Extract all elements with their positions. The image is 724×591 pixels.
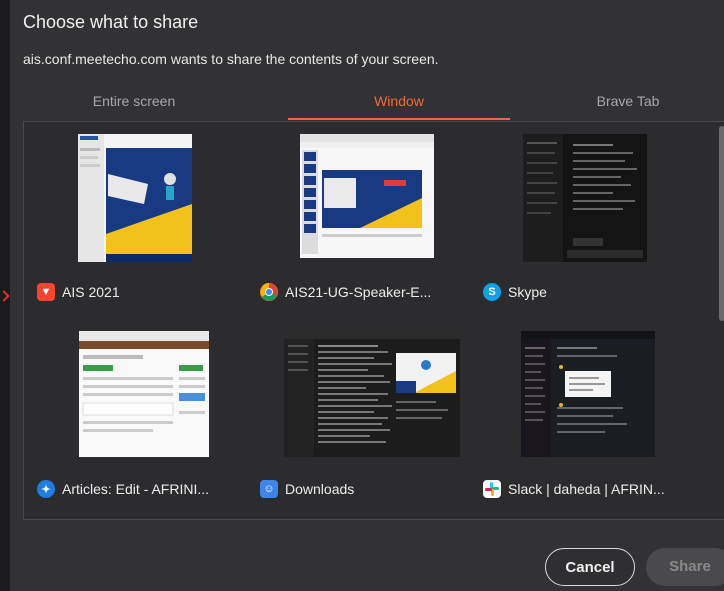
- brave-icon: ▼: [37, 283, 55, 301]
- window-thumbnail: [521, 331, 655, 457]
- finder-icon: ☺: [260, 480, 278, 498]
- window-title-text: Skype: [508, 284, 547, 300]
- window-item-downloads[interactable]: ☺ Downloads: [260, 331, 482, 511]
- chrome-icon: [260, 283, 278, 301]
- dialog-subtitle: ais.conf.meetecho.com wants to share the…: [23, 51, 439, 67]
- window-grid: ▼ AIS 2021 AIS21-UG-Speaker-E... S Skype…: [23, 121, 724, 520]
- window-title-text: AIS21-UG-Speaker-E...: [285, 284, 432, 300]
- dialog-title: Choose what to share: [23, 12, 199, 32]
- window-title-text: AIS 2021: [62, 284, 120, 300]
- window-title: ☺ Downloads: [260, 479, 354, 499]
- window-item-ais21-speaker[interactable]: AIS21-UG-Speaker-E...: [260, 134, 482, 314]
- window-title: Slack | daheda | AFRIN...: [483, 479, 665, 499]
- window-item-articles-edit[interactable]: ✦ Articles: Edit - AFRINI...: [37, 331, 259, 511]
- window-thumbnail: [79, 331, 209, 457]
- pointer-arrow-icon: [0, 290, 10, 302]
- window-thumbnail: [523, 134, 647, 262]
- window-title: S Skype: [483, 282, 547, 302]
- window-title-text: Downloads: [285, 481, 355, 497]
- share-button[interactable]: Share: [646, 548, 724, 586]
- skype-icon: S: [483, 283, 501, 301]
- window-title: AIS21-UG-Speaker-E...: [260, 282, 431, 302]
- tab-brave-tab[interactable]: Brave Tab: [523, 84, 724, 120]
- window-item-ais-2021[interactable]: ▼ AIS 2021: [37, 134, 259, 314]
- window-thumbnail: [284, 331, 460, 457]
- slack-icon: [483, 480, 501, 498]
- window-thumbnail: [300, 134, 434, 258]
- window-thumbnail: [78, 134, 192, 262]
- safari-icon: ✦: [37, 480, 55, 498]
- window-item-slack[interactable]: Slack | daheda | AFRIN...: [483, 331, 705, 511]
- scrollbar[interactable]: [719, 126, 724, 321]
- window-title-text: Articles: Edit - AFRINI...: [62, 481, 210, 497]
- background-window-edge: [0, 0, 10, 591]
- window-item-skype[interactable]: S Skype: [483, 134, 705, 314]
- window-title: ✦ Articles: Edit - AFRINI...: [37, 479, 209, 499]
- window-title: ▼ AIS 2021: [37, 282, 120, 302]
- share-dialog: Choose what to share ais.conf.meetecho.c…: [10, 0, 724, 591]
- tab-bar: Entire screen Window Brave Tab: [23, 84, 724, 120]
- window-title-text: Slack | daheda | AFRIN...: [508, 481, 665, 497]
- tab-entire-screen[interactable]: Entire screen: [23, 84, 245, 120]
- tab-window[interactable]: Window: [288, 84, 510, 120]
- cancel-button[interactable]: Cancel: [545, 548, 635, 586]
